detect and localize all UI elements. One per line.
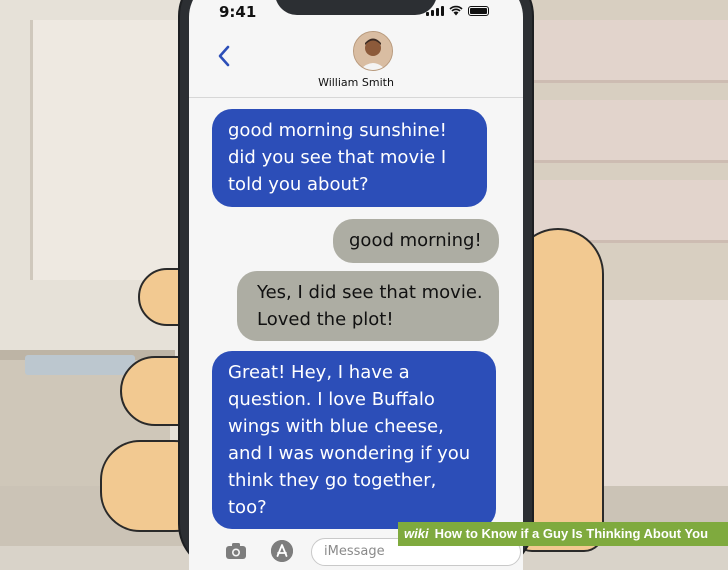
phone-screen: 9:41 William Smith good morning sunshine… <box>189 0 523 570</box>
header-divider <box>189 97 523 98</box>
message-bubble-received: Yes, I did see that movie. Loved the plo… <box>237 271 499 341</box>
signal-icon <box>426 6 444 16</box>
phone: 9:41 William Smith good morning sunshine… <box>180 0 532 570</box>
camera-icon[interactable] <box>225 542 247 560</box>
wikihow-watermark: wiki How to Know if a Guy Is Thinking Abo… <box>398 522 728 546</box>
message-bubble-sent: good morning sunshine! did you see that … <box>212 109 487 207</box>
status-time: 9:41 <box>219 3 257 21</box>
watermark-brand: wiki <box>404 526 429 541</box>
status-icons <box>426 5 489 16</box>
contact-name: William Smith <box>318 76 394 89</box>
message-bubble-sent: Great! Hey, I have a question. I love Bu… <box>212 351 496 529</box>
message-bubble-received: good morning! <box>333 219 499 263</box>
battery-icon <box>468 6 489 16</box>
app-store-icon[interactable] <box>271 540 293 562</box>
avatar[interactable] <box>353 31 393 71</box>
wifi-icon <box>449 5 463 16</box>
notch <box>275 0 437 15</box>
chevron-left-icon[interactable] <box>217 45 231 67</box>
watermark-title: How to Know if a Guy Is Thinking About Y… <box>434 526 709 541</box>
